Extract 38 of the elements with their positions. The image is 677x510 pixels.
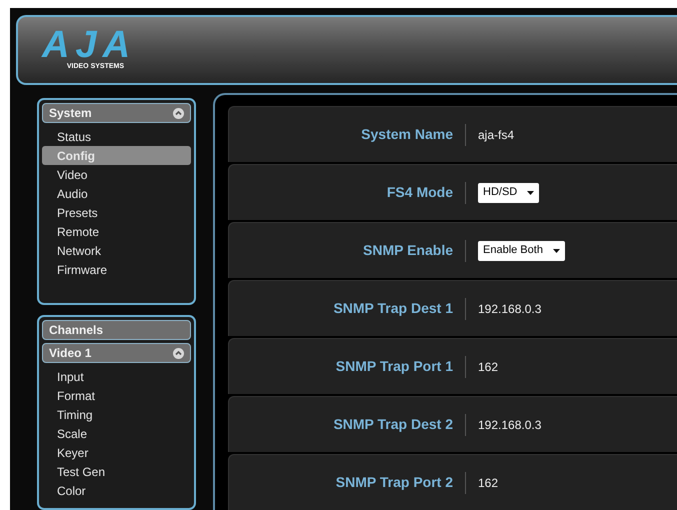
nav-item[interactable]: Status [42, 127, 191, 146]
field-value: aja-fs4 [478, 126, 514, 144]
field-value: 162 [478, 358, 498, 376]
caret-icon [552, 248, 560, 252]
field-value: 192.168.0.3 [478, 416, 542, 434]
field-label: SNMP Trap Port 1 [334, 357, 453, 376]
dropdown[interactable]: HD/SD [478, 182, 540, 202]
field-label: SNMP Trap Dest 2 [332, 415, 453, 434]
nav-item[interactable]: Firmware [42, 260, 191, 279]
logo: AJA [42, 28, 136, 62]
group-header[interactable]: System [42, 103, 191, 123]
field-label: SNMP Trap Dest 1 [332, 299, 453, 318]
field-value: 192.168.0.3 [478, 300, 542, 318]
nav-item[interactable]: Keyer [42, 443, 191, 462]
group-header[interactable]: Video 1 [42, 343, 191, 363]
field-label: FS4 Mode [386, 183, 453, 202]
nav-item[interactable]: Test Gen [42, 462, 191, 481]
collapse-icon[interactable] [173, 348, 184, 358]
collapse-icon[interactable] [173, 108, 184, 118]
dropdown[interactable]: Enable Both [478, 240, 565, 260]
nav-item[interactable]: Scale [42, 424, 191, 443]
nav-item[interactable]: Video [42, 165, 191, 184]
nav-item[interactable]: Network [42, 241, 191, 260]
group-title: Video 1 [49, 345, 92, 362]
nav-item[interactable]: Input [42, 367, 191, 386]
caret-icon [527, 190, 534, 194]
section-heading[interactable]: Channels [42, 320, 191, 340]
nav-item[interactable]: Audio [42, 184, 191, 203]
nav-item[interactable]: Presets [42, 203, 191, 222]
nav-item[interactable]: Format [42, 386, 191, 405]
field-label: SNMP Enable [362, 241, 453, 260]
nav-item[interactable]: Remote [42, 222, 191, 241]
field-label: SNMP Trap Port 2 [334, 473, 453, 492]
field-value: 162 [478, 474, 498, 492]
nav-item[interactable]: Color [42, 481, 191, 500]
group-title: System [49, 105, 92, 122]
nav-item[interactable]: Timing [42, 405, 191, 424]
field-label: System Name [360, 125, 453, 144]
